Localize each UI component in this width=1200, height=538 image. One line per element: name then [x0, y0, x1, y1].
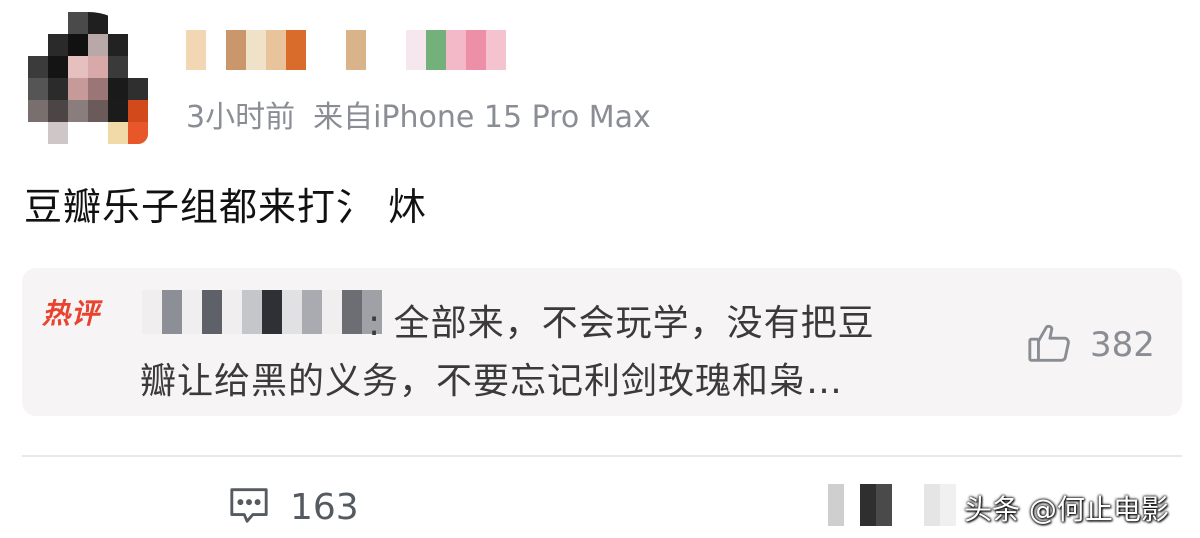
- mosaic-block: [68, 78, 88, 100]
- post-text: 豆瓣乐子组都来打氵 炑: [24, 185, 428, 229]
- mosaic-block: [892, 484, 908, 526]
- mosaic-block: [108, 78, 128, 100]
- mosaic-block: [48, 56, 68, 78]
- mosaic-block: [266, 30, 286, 70]
- mosaic-block: [342, 290, 362, 334]
- mosaic-block: [28, 78, 48, 100]
- mosaic-block: [844, 484, 860, 526]
- mosaic-block: [128, 100, 148, 122]
- mosaic-block: [302, 290, 322, 334]
- mosaic-block: [908, 484, 924, 526]
- mosaic-block: [386, 30, 406, 70]
- mosaic-block: [88, 34, 108, 56]
- mosaic-block: [282, 290, 302, 334]
- mosaic-block: [108, 122, 128, 144]
- mosaic-block: [68, 12, 88, 34]
- mosaic-block: [108, 56, 128, 78]
- username-blurred[interactable]: [186, 30, 506, 70]
- mosaic-block: [286, 30, 306, 70]
- mosaic-block: [206, 30, 226, 70]
- post-meta: 3小时前 来自iPhone 15 Pro Max: [186, 92, 651, 136]
- mosaic-block: [108, 100, 128, 122]
- hot-comment[interactable]: 热评 : 全部来，不会玩学，没有把豆 瓣让给黑的义务，不要忘记利剑玫瑰和枭… 3…: [22, 268, 1182, 416]
- mosaic-block: [446, 30, 466, 70]
- mosaic-block: [326, 30, 346, 70]
- mosaic-block: [246, 30, 266, 70]
- mosaic-block: [406, 30, 426, 70]
- mosaic-block: [28, 122, 48, 144]
- commenter-name-blurred[interactable]: [142, 290, 382, 334]
- avatar[interactable]: [28, 12, 148, 144]
- mosaic-block: [108, 12, 128, 34]
- mosaic-block: [182, 290, 202, 334]
- mosaic-block: [28, 56, 48, 78]
- mosaic-block: [242, 290, 262, 334]
- mosaic-block: [68, 100, 88, 122]
- like-count: 382: [1090, 325, 1155, 365]
- mosaic-block: [186, 30, 206, 70]
- mosaic-block: [876, 484, 892, 526]
- mosaic-block: [48, 122, 68, 144]
- mosaic-block: [346, 30, 366, 70]
- mosaic-block: [486, 30, 506, 70]
- comment-count: 163: [290, 486, 359, 528]
- mosaic-block: [142, 290, 162, 334]
- mosaic-block: [68, 34, 88, 56]
- mosaic-block: [128, 78, 148, 100]
- mosaic-block: [128, 56, 148, 78]
- weibo-post: 3小时前 来自iPhone 15 Pro Max 豆瓣乐子组都来打氵 炑 热评 :…: [0, 0, 1200, 538]
- hot-comment-text-line1: : 全部来，不会玩学，没有把豆: [368, 303, 875, 344]
- mosaic-block: [860, 484, 876, 526]
- mosaic-block: [128, 12, 148, 34]
- mosaic-block: [48, 34, 68, 56]
- mosaic-block: [88, 122, 108, 144]
- hot-comment-text-line2: 瓣让给黑的义务，不要忘记利剑玫瑰和枭…: [140, 361, 844, 402]
- mosaic-block: [262, 290, 282, 334]
- mosaic-block: [366, 30, 386, 70]
- mosaic-block: [162, 290, 182, 334]
- post-time: 3小时前: [186, 100, 296, 135]
- mosaic-block: [88, 100, 108, 122]
- comment-icon: [228, 484, 270, 530]
- mosaic-block: [128, 122, 148, 144]
- mosaic-block: [940, 484, 956, 526]
- post-source: 来自iPhone 15 Pro Max: [313, 100, 651, 135]
- like-button[interactable]: 382: [1026, 320, 1155, 370]
- divider: [22, 455, 1182, 457]
- mosaic-block: [88, 12, 108, 34]
- mosaic-block: [68, 122, 88, 144]
- mosaic-block: [466, 30, 486, 70]
- thumbs-up-icon: [1026, 320, 1072, 370]
- hot-comment-badge: 热评: [42, 297, 101, 330]
- watermark: 头条 @何止电影: [964, 493, 1169, 526]
- mosaic-block: [222, 290, 242, 334]
- mosaic-block: [828, 484, 844, 526]
- mosaic-block: [48, 12, 68, 34]
- mosaic-block: [28, 12, 48, 34]
- repost-button-blurred[interactable]: [828, 484, 956, 526]
- mosaic-block: [128, 34, 148, 56]
- mosaic-block: [108, 34, 128, 56]
- mosaic-block: [306, 30, 326, 70]
- mosaic-block: [28, 100, 48, 122]
- mosaic-block: [88, 56, 108, 78]
- mosaic-block: [226, 30, 246, 70]
- mosaic-block: [924, 484, 940, 526]
- mosaic-block: [426, 30, 446, 70]
- mosaic-block: [48, 78, 68, 100]
- mosaic-block: [48, 100, 68, 122]
- mosaic-block: [88, 78, 108, 100]
- mosaic-block: [68, 56, 88, 78]
- mosaic-block: [322, 290, 342, 334]
- comment-button[interactable]: 163: [228, 484, 359, 530]
- mosaic-block: [28, 34, 48, 56]
- mosaic-block: [202, 290, 222, 334]
